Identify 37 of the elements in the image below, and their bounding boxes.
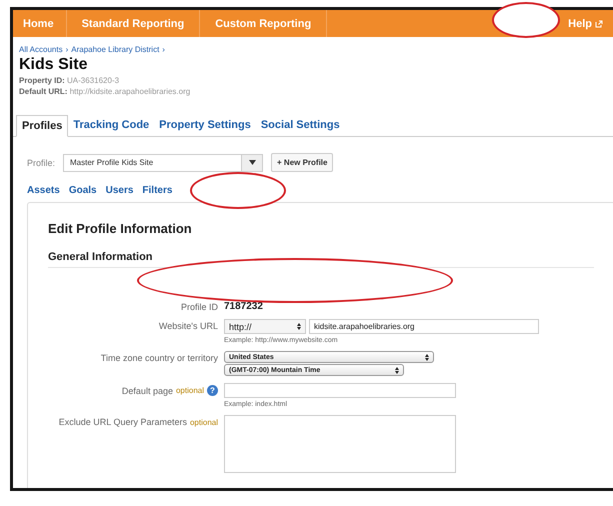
url-field[interactable]: kidsite.arapahoelibraries.org: [309, 319, 539, 334]
new-profile-button[interactable]: + New Profile: [271, 153, 334, 172]
tab[interactable]: Tracking Code: [68, 115, 154, 136]
profile-id-value: 7187232: [224, 300, 264, 312]
caret-icon: [248, 160, 256, 165]
text-area[interactable]: [224, 415, 456, 473]
sub-tab[interactable]: Goals: [68, 185, 97, 196]
up-down-arrows-icon: [297, 323, 301, 330]
protocol-select[interactable]: http://: [224, 319, 306, 334]
tab[interactable]: Social Settings: [256, 115, 345, 136]
tab[interactable]: Property Settings: [154, 115, 256, 136]
property-info: Default URL: http://kidsite.arapahoelibraries.org: [19, 86, 192, 97]
breadcrumb-link[interactable]: Arapahoe Library District: [71, 45, 160, 54]
field-label: Time zone country or territory: [100, 353, 218, 363]
field-label: Exclude URL Query Parameters: [58, 417, 187, 427]
optional-label: optional: [190, 418, 218, 426]
breadcrumb-link[interactable]: All Accounts: [19, 45, 63, 54]
field-label: Website's URL: [158, 321, 218, 331]
tab[interactable]: Profiles: [16, 115, 68, 137]
field-label: Profile ID: [180, 302, 218, 312]
panel-title: Edit Profile Information: [48, 221, 193, 236]
page-title: Kids Site: [19, 56, 88, 74]
property-info: Property ID: UA-3631620-3: [19, 75, 120, 86]
up-down-arrows-icon: [425, 354, 429, 360]
sub-tab[interactable]: Users: [106, 185, 134, 196]
up-down-arrows-icon: [395, 366, 399, 374]
profile-label: Profile:: [27, 158, 56, 168]
sub-tab[interactable]: Assets: [27, 185, 60, 196]
optional-label: optional: [176, 386, 204, 395]
breadcrumb-separator: ›: [66, 45, 68, 54]
profile-select[interactable]: Master Profile Kids Site: [63, 154, 264, 172]
text-field[interactable]: [224, 383, 456, 398]
help-icon[interactable]: ?: [207, 385, 218, 396]
external-link-icon: [595, 20, 603, 28]
sub-tab[interactable]: Filters: [142, 185, 172, 196]
breadcrumb-separator: ›: [162, 45, 165, 54]
field-label: Default page: [122, 386, 173, 396]
